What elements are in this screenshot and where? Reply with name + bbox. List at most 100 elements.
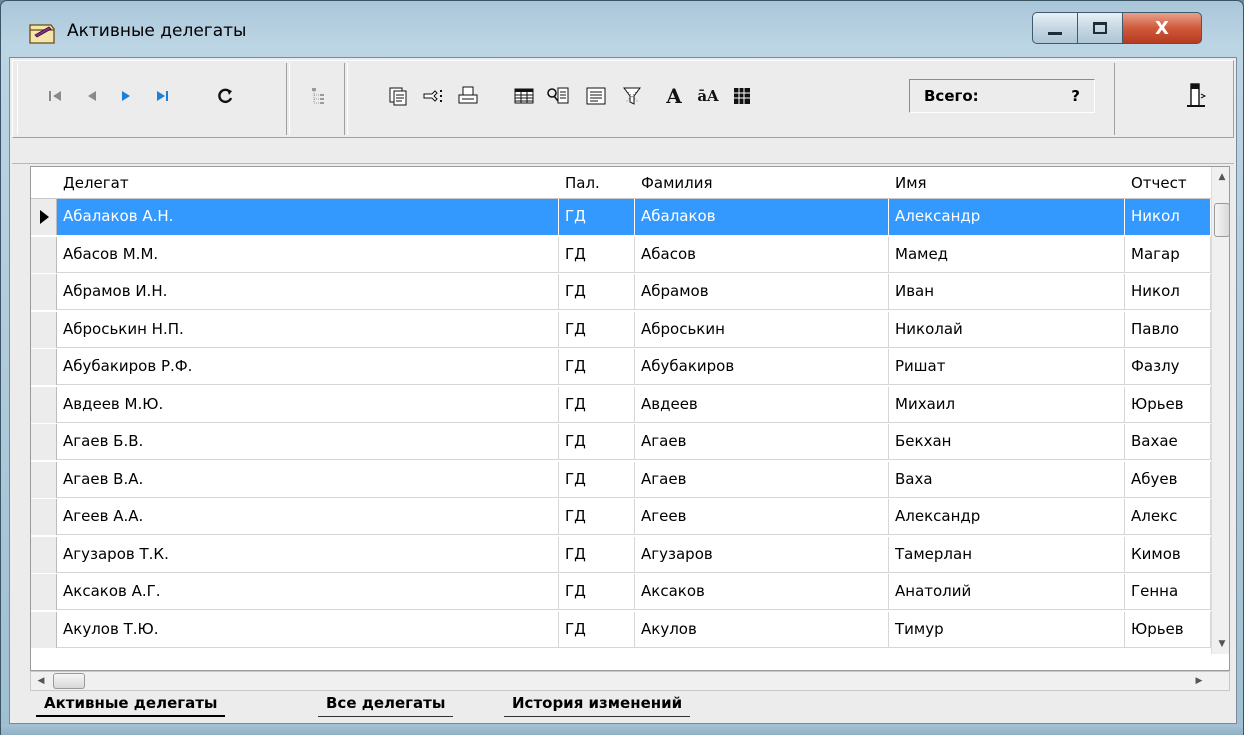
columns-button[interactable] <box>725 79 759 113</box>
row-indicator[interactable] <box>31 199 57 235</box>
cell-middle-name[interactable]: Юрьев <box>1125 386 1211 423</box>
title-bar[interactable]: Активные делегаты X <box>1 1 1243 55</box>
cell-first-name[interactable]: Александр <box>889 499 1125 535</box>
cell-last-name[interactable]: Абубакиров <box>635 349 889 385</box>
table-row[interactable]: Акулов Т.Ю. ГД Акулов Тимур Юрьев <box>31 611 1211 648</box>
cell-middle-name[interactable]: Вахае <box>1125 424 1211 460</box>
filter-button[interactable] <box>615 79 649 113</box>
cell-delegate[interactable]: Абасов М.М. <box>57 236 559 273</box>
cell-delegate[interactable]: Агаев Б.В. <box>57 424 559 460</box>
cell-chamber[interactable]: ГД <box>559 424 635 460</box>
cell-first-name[interactable]: Ришат <box>889 349 1125 385</box>
cell-last-name[interactable]: Агузаров <box>635 536 889 573</box>
column-header-delegate[interactable]: Делегат <box>57 167 559 199</box>
scroll-down-button[interactable]: ▼ <box>1212 634 1229 654</box>
refresh-button[interactable] <box>209 79 243 113</box>
tab-change-history[interactable]: История изменений <box>504 691 691 717</box>
tree-view-button[interactable] <box>301 79 335 113</box>
cell-last-name[interactable]: Абалаков <box>635 199 889 235</box>
cell-chamber[interactable]: ГД <box>559 499 635 535</box>
scroll-up-button[interactable]: ▲ <box>1212 167 1229 187</box>
horizontal-scrollbar[interactable]: ◀ ▶ <box>30 671 1230 691</box>
minimize-button[interactable] <box>1032 12 1078 44</box>
cell-first-name[interactable]: Ваха <box>889 461 1125 498</box>
cell-chamber[interactable]: ГД <box>559 386 635 423</box>
cell-middle-name[interactable]: Магар <box>1125 236 1211 273</box>
font-button[interactable]: A <box>657 79 691 113</box>
scroll-right-button[interactable]: ▶ <box>1189 672 1209 690</box>
cell-last-name[interactable]: Авдеев <box>635 386 889 423</box>
first-record-button[interactable] <box>39 79 73 113</box>
cell-middle-name[interactable]: Абуев <box>1125 461 1211 498</box>
cell-last-name[interactable]: Агеев <box>635 499 889 535</box>
column-header-first-name[interactable]: Имя <box>889 167 1125 199</box>
table-row[interactable]: Абубакиров Р.Ф. ГД Абубакиров Ришат Фазлу <box>31 349 1211 385</box>
cell-middle-name[interactable]: Юрьев <box>1125 611 1211 648</box>
cell-first-name[interactable]: Тамерлан <box>889 536 1125 573</box>
column-header-chamber[interactable]: Пал. <box>559 167 635 199</box>
cell-chamber[interactable]: ГД <box>559 236 635 273</box>
cell-first-name[interactable]: Тимур <box>889 611 1125 648</box>
table-row[interactable]: Авдеев М.Ю. ГД Авдеев Михаил Юрьев <box>31 386 1211 423</box>
cell-chamber[interactable]: ГД <box>559 611 635 648</box>
row-indicator[interactable] <box>31 611 57 648</box>
cell-last-name[interactable]: Агаев <box>635 461 889 498</box>
vertical-scrollbar[interactable]: ▲ ▼ <box>1211 167 1229 654</box>
cell-delegate[interactable]: Авдеев М.Ю. <box>57 386 559 423</box>
cell-middle-name[interactable]: Алекс <box>1125 499 1211 535</box>
cell-middle-name[interactable]: Генна <box>1125 574 1211 610</box>
cell-chamber[interactable]: ГД <box>559 311 635 348</box>
cell-chamber[interactable]: ГД <box>559 274 635 310</box>
tab-all-delegates[interactable]: Все делегаты <box>318 691 454 717</box>
table-row[interactable]: Агаев В.А. ГД Агаев Ваха Абуев <box>31 461 1211 498</box>
table-row[interactable]: Абасов М.М. ГД Абасов Мамед Магар <box>31 236 1211 273</box>
cell-middle-name[interactable]: Никол <box>1125 199 1211 235</box>
row-indicator[interactable] <box>31 574 57 610</box>
font-size-button[interactable]: āA <box>691 79 725 113</box>
table-row[interactable]: Абрамов И.Н. ГД Абрамов Иван Никол <box>31 274 1211 310</box>
cell-last-name[interactable]: Аксаков <box>635 574 889 610</box>
cell-first-name[interactable]: Михаил <box>889 386 1125 423</box>
cell-chamber[interactable]: ГД <box>559 199 635 235</box>
cell-delegate[interactable]: Аксаков А.Г. <box>57 574 559 610</box>
cell-middle-name[interactable]: Павло <box>1125 311 1211 348</box>
cell-last-name[interactable]: Акулов <box>635 611 889 648</box>
row-indicator[interactable] <box>31 386 57 423</box>
prior-record-button[interactable] <box>75 79 109 113</box>
copy-record-button[interactable] <box>381 79 415 113</box>
row-indicator[interactable] <box>31 349 57 385</box>
delegates-grid[interactable]: Делегат Пал. Фамилия Имя Отчест Абалаков… <box>30 166 1230 671</box>
cell-first-name[interactable]: Александр <box>889 199 1125 235</box>
row-indicator[interactable] <box>31 461 57 498</box>
column-header-last-name[interactable]: Фамилия <box>635 167 889 199</box>
row-indicator[interactable] <box>31 499 57 535</box>
cell-chamber[interactable]: ГД <box>559 536 635 573</box>
cell-last-name[interactable]: Аброськин <box>635 311 889 348</box>
cell-middle-name[interactable]: Фазлу <box>1125 349 1211 385</box>
cell-middle-name[interactable]: Никол <box>1125 274 1211 310</box>
cell-chamber[interactable]: ГД <box>559 461 635 498</box>
cell-delegate[interactable]: Агузаров Т.К. <box>57 536 559 573</box>
vertical-scroll-thumb[interactable] <box>1214 203 1229 237</box>
cell-first-name[interactable]: Мамед <box>889 236 1125 273</box>
pointer-list-button[interactable] <box>417 79 451 113</box>
cell-delegate[interactable]: Акулов Т.Ю. <box>57 611 559 648</box>
cell-last-name[interactable]: Абрамов <box>635 274 889 310</box>
cell-delegate[interactable]: Агеев А.А. <box>57 499 559 535</box>
print-button[interactable] <box>451 79 485 113</box>
table-row[interactable]: Аброськин Н.П. ГД Аброськин Николай Павло <box>31 311 1211 348</box>
cell-delegate[interactable]: Абрамов И.Н. <box>57 274 559 310</box>
scroll-left-button[interactable]: ◀ <box>31 672 51 690</box>
last-record-button[interactable] <box>145 79 179 113</box>
table-row[interactable]: Аксаков А.Г. ГД Аксаков Анатолий Генна <box>31 574 1211 610</box>
row-indicator[interactable] <box>31 424 57 460</box>
table-row[interactable]: Агузаров Т.К. ГД Агузаров Тамерлан Кимов <box>31 536 1211 573</box>
cell-last-name[interactable]: Агаев <box>635 424 889 460</box>
cell-delegate[interactable]: Аброськин Н.П. <box>57 311 559 348</box>
grid-view-button[interactable] <box>507 79 541 113</box>
cell-chamber[interactable]: ГД <box>559 349 635 385</box>
table-row[interactable]: Агеев А.А. ГД Агеев Александр Алекс <box>31 499 1211 535</box>
column-header-middle-name[interactable]: Отчест <box>1125 167 1211 199</box>
cell-first-name[interactable]: Николай <box>889 311 1125 348</box>
cell-middle-name[interactable]: Кимов <box>1125 536 1211 573</box>
